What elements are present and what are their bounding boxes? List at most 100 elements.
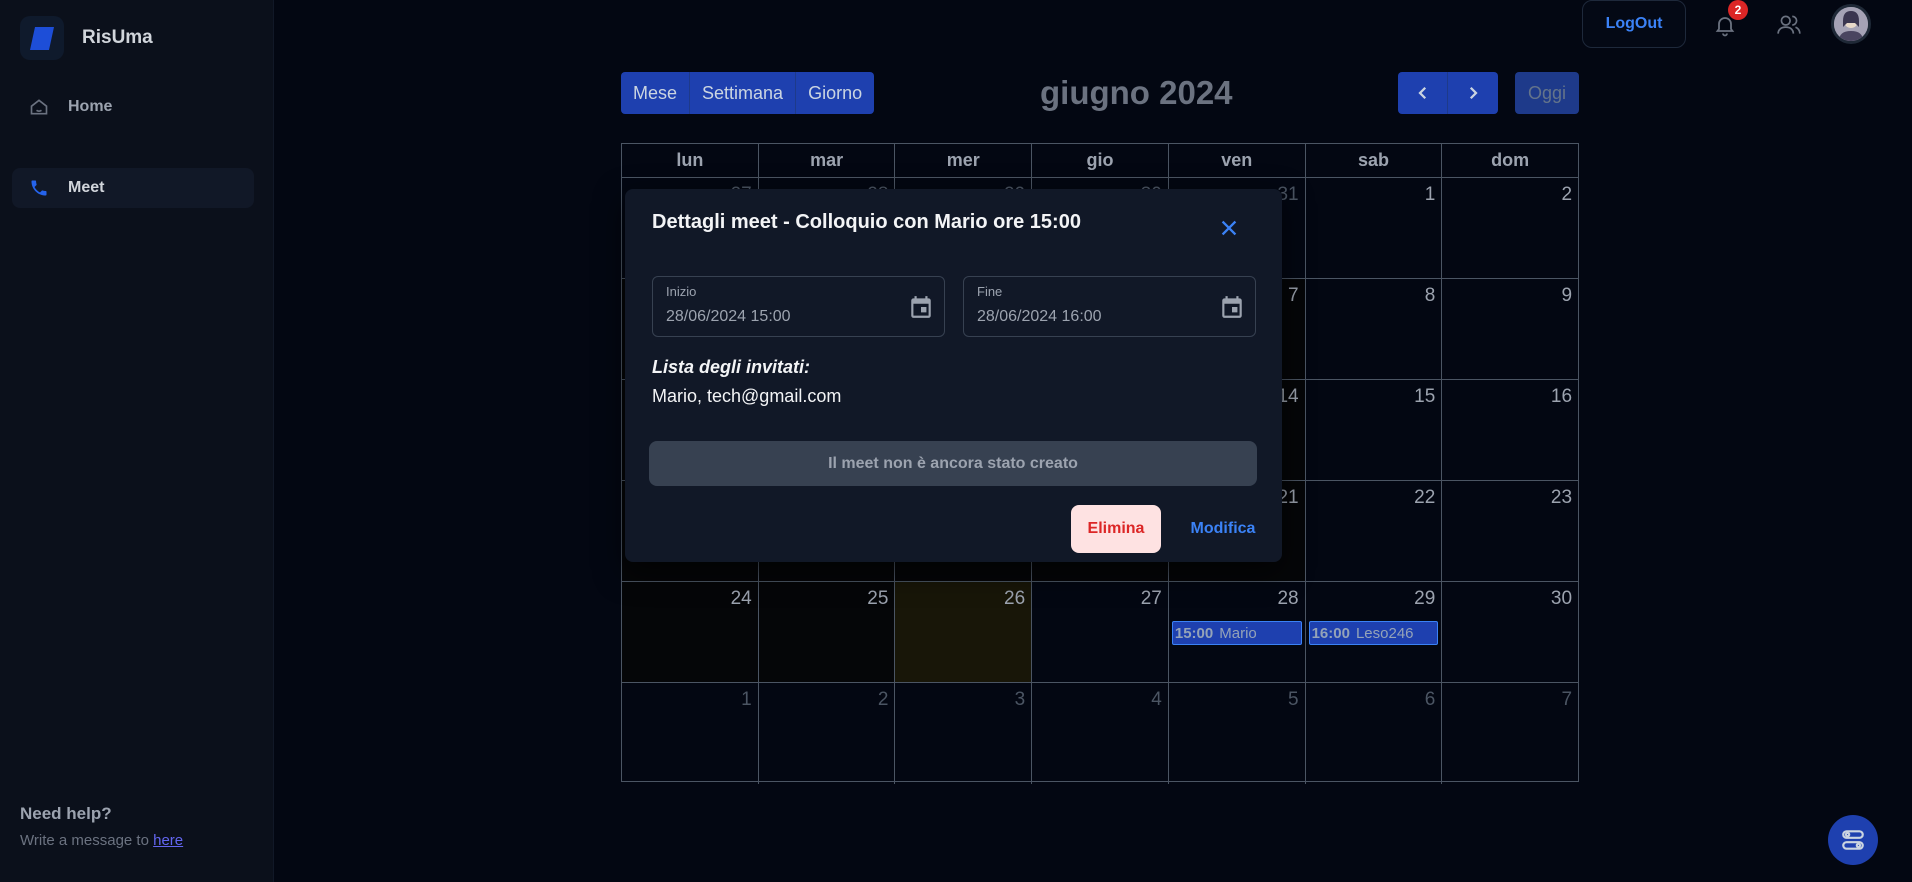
day-number: 2	[1561, 184, 1573, 205]
view-week-button[interactable]: Settimana	[690, 72, 797, 114]
day-cell[interactable]: 2	[759, 683, 896, 784]
day-cell[interactable]: 30	[1442, 582, 1578, 682]
start-date-field[interactable]: Inizio 28/06/2024 15:00	[652, 276, 945, 337]
today-button[interactable]: Oggi	[1515, 72, 1579, 114]
edit-button[interactable]: Modifica	[1183, 505, 1263, 553]
previous-month-button[interactable]	[1398, 72, 1448, 114]
day-number: 6	[1424, 689, 1436, 710]
day-cell[interactable]: 3	[895, 683, 1033, 784]
weekday-label: mer	[895, 144, 1033, 177]
sidebar-item-home[interactable]: Home	[12, 87, 254, 127]
home-icon	[28, 96, 50, 118]
logout-button[interactable]: LogOut	[1582, 0, 1686, 48]
delete-button[interactable]: Elimina	[1071, 505, 1161, 553]
calendar-event[interactable]: 15:00 Mario	[1171, 621, 1302, 645]
chevron-left-icon	[1417, 86, 1426, 100]
weekday-label: lun	[622, 144, 759, 177]
toggles-icon	[1842, 830, 1864, 850]
view-month-button[interactable]: Mese	[621, 72, 691, 114]
day-cell[interactable]: 22	[1306, 481, 1443, 581]
help-message: Write a message to	[20, 832, 154, 849]
weekday-label: gio	[1032, 144, 1169, 177]
day-number: 16	[1550, 386, 1573, 407]
day-cell[interactable]: 4	[1032, 683, 1169, 784]
calendar-icon[interactable]	[1219, 294, 1245, 320]
day-cell[interactable]: 28 15:00 Mario	[1169, 582, 1306, 682]
sidebar-item-meet[interactable]: Meet	[12, 168, 254, 208]
brand-logo-icon	[20, 16, 64, 60]
day-number: 1	[1424, 184, 1436, 205]
calendar-week: 1 2 3 4 5 6 7	[622, 683, 1578, 784]
avatar[interactable]	[1831, 4, 1871, 44]
day-cell[interactable]: 24	[622, 582, 759, 682]
day-cell[interactable]: 27	[1032, 582, 1169, 682]
end-date-value: 28/06/2024 16:00	[977, 308, 1102, 325]
day-cell[interactable]: 16	[1442, 380, 1578, 480]
day-cell[interactable]: 7	[1442, 683, 1578, 784]
guest-list-label: Lista degli invitati:	[652, 357, 811, 377]
day-number: 1	[741, 689, 752, 710]
day-number: 2	[877, 689, 889, 710]
meet-details-modal: Dettagli meet - Colloquio con Mario ore …	[625, 189, 1282, 562]
next-month-button[interactable]	[1448, 72, 1498, 114]
modal-title: Dettagli meet - Colloquio con Mario ore …	[652, 211, 1081, 233]
weekday-header: lun mar mer gio ven sab dom	[622, 144, 1578, 178]
event-time: 15:00	[1174, 624, 1214, 642]
calendar-icon[interactable]	[908, 294, 934, 320]
sidebar: RisUma Home Meet Need help? Write a mess…	[0, 0, 274, 882]
help-link[interactable]: here	[153, 832, 183, 849]
day-number: 15	[1414, 386, 1436, 407]
day-number: 25	[867, 588, 889, 609]
day-number: 22	[1414, 487, 1436, 508]
start-date-label: Inizio	[666, 284, 697, 299]
day-number: 29	[1414, 588, 1436, 609]
day-number: 3	[1014, 689, 1026, 710]
day-number: 7	[1561, 689, 1573, 710]
brand-name: RisUma	[82, 27, 153, 48]
day-cell[interactable]: 8	[1306, 279, 1443, 379]
event-title: Leso246	[1355, 624, 1414, 642]
calendar-week: 24 25 26 27 28 15:00 Mario 29 16:00 Leso24…	[622, 582, 1578, 683]
chevron-right-icon	[1469, 86, 1478, 100]
calendar-event[interactable]: 16:00 Leso246	[1308, 621, 1439, 645]
day-number: 8	[1424, 285, 1436, 306]
users-icon[interactable]	[1774, 10, 1804, 40]
brand[interactable]: RisUma	[20, 16, 153, 60]
end-date-label: Fine	[977, 284, 1003, 299]
day-number: 27	[1140, 588, 1162, 609]
event-time: 16:00	[1311, 624, 1350, 642]
day-number: 7	[1288, 285, 1299, 306]
day-cell[interactable]: 25	[758, 582, 896, 682]
day-number: 26	[1004, 588, 1026, 609]
day-cell[interactable]: 1	[1306, 178, 1443, 278]
day-cell-today[interactable]: 26	[895, 582, 1033, 682]
help-title: Need help?	[20, 804, 112, 823]
end-date-field[interactable]: Fine 28/06/2024 16:00	[963, 276, 1256, 337]
day-number: 4	[1151, 689, 1162, 710]
day-cell[interactable]: 15	[1306, 380, 1443, 480]
settings-fab[interactable]	[1828, 815, 1878, 865]
notification-badge: 2	[1728, 0, 1748, 20]
day-cell[interactable]: 6	[1306, 683, 1443, 784]
day-cell[interactable]: 29 16:00 Leso246	[1306, 582, 1443, 682]
day-cell[interactable]: 2	[1442, 178, 1578, 278]
phone-icon	[28, 177, 50, 199]
sidebar-item-label: Meet	[68, 179, 105, 196]
calendar-title: giugno 2024	[1040, 74, 1233, 111]
guest-list: Mario, tech@gmail.com	[652, 386, 842, 406]
day-cell[interactable]: 23	[1442, 481, 1578, 581]
day-number: 5	[1288, 689, 1299, 710]
view-day-button[interactable]: Giorno	[796, 72, 875, 114]
help-section: Need help? Write a message to here	[20, 804, 183, 849]
day-number: 30	[1550, 588, 1573, 609]
day-number: 28	[1277, 588, 1299, 609]
sidebar-item-label: Home	[68, 98, 113, 115]
day-cell[interactable]: 1	[622, 683, 759, 784]
help-text: Write a message to here	[20, 832, 183, 849]
view-switcher: Mese Settimana Giorno	[621, 72, 875, 114]
day-cell[interactable]: 9	[1442, 279, 1578, 379]
close-icon[interactable]	[1218, 217, 1240, 239]
day-cell[interactable]: 5	[1169, 683, 1306, 784]
meet-status-banner: Il meet non è ancora stato creato	[649, 441, 1257, 486]
day-number: 24	[730, 588, 752, 609]
